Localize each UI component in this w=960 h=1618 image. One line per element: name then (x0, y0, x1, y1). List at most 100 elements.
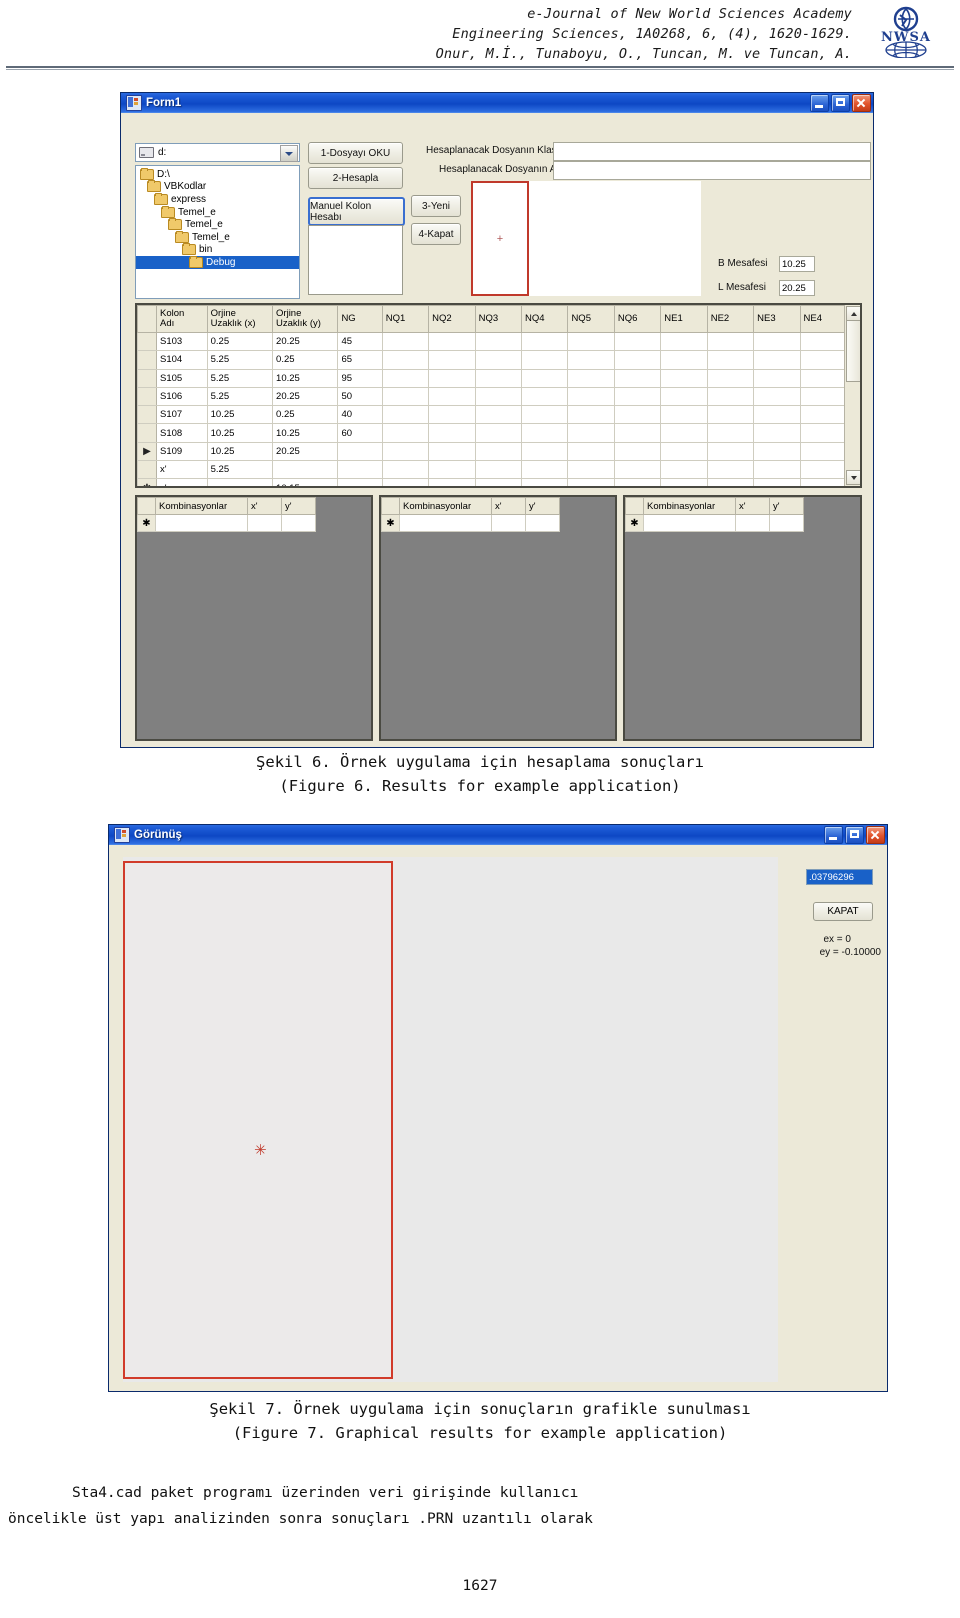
table-cell[interactable] (660, 441, 708, 462)
table-cell[interactable] (474, 350, 523, 370)
table-cell[interactable] (428, 441, 476, 462)
table-cell[interactable] (799, 423, 848, 443)
close-button[interactable] (852, 94, 871, 112)
col-header-x-prime[interactable]: x' (247, 497, 282, 515)
table-cell[interactable]: 0.25 (206, 331, 274, 352)
b-distance-value[interactable]: 10.25 (779, 256, 815, 272)
chevron-down-icon[interactable] (280, 145, 298, 162)
col-header-ne3[interactable]: NE3 (753, 305, 801, 333)
table-row[interactable]: S107 10.25 0.25 40 (137, 405, 848, 425)
cell-y-prime[interactable] (525, 514, 560, 532)
col-header-nq5[interactable]: NQ5 (567, 305, 615, 333)
table-cell[interactable] (660, 350, 708, 370)
cell-kombinasyonlar[interactable] (155, 514, 248, 532)
col-header-y-prime[interactable]: y' (525, 497, 560, 515)
col-header-orjine-x[interactable]: Orjine Uzaklık (x) (206, 305, 274, 333)
table-cell[interactable] (474, 405, 523, 425)
table-cell[interactable] (753, 331, 801, 352)
table-cell[interactable] (799, 350, 848, 370)
table-cell[interactable] (381, 460, 430, 480)
table-cell[interactable]: 40 (337, 405, 383, 425)
table-cell[interactable] (337, 478, 383, 486)
tree-item-6[interactable]: bin (136, 243, 299, 257)
table-cell[interactable] (753, 423, 801, 443)
table-cell[interactable] (706, 423, 755, 443)
folder-path-input[interactable] (553, 142, 871, 161)
row-selector[interactable] (137, 405, 157, 425)
col-header-nq4[interactable]: NQ4 (521, 305, 569, 333)
table-cell[interactable] (206, 478, 274, 486)
row-selector[interactable] (137, 386, 157, 407)
table-row[interactable]: S108 10.25 10.25 60 (137, 423, 848, 443)
tree-item-0[interactable]: D:\ (136, 167, 299, 181)
read-file-button[interactable]: 1-Dosyayı OKU (308, 142, 403, 164)
combination-new-row[interactable]: ✱ (381, 514, 560, 532)
table-cell[interactable] (567, 368, 615, 388)
table-row[interactable]: S104 5.25 0.25 65 (137, 350, 848, 370)
table-cell[interactable] (567, 460, 615, 480)
table-cell[interactable] (799, 368, 848, 388)
row-selector[interactable] (137, 460, 157, 480)
new-button[interactable]: 3-Yeni (411, 195, 461, 217)
col-header-ng[interactable]: NG (337, 305, 383, 333)
table-cell[interactable] (521, 331, 569, 352)
table-cell[interactable]: 10.25 (206, 405, 274, 425)
table-cell[interactable] (613, 423, 662, 443)
close-button[interactable] (866, 826, 885, 844)
table-cell[interactable]: 10.15 (272, 478, 339, 486)
table-cell[interactable] (521, 405, 569, 425)
table-cell[interactable]: y' (155, 478, 208, 486)
table-cell[interactable] (474, 460, 523, 480)
tree-item-5[interactable]: Temel_e (136, 230, 299, 244)
col-header-kombinasyonlar[interactable]: Kombinasyonlar (643, 497, 736, 515)
table-cell[interactable] (660, 331, 708, 352)
table-cell[interactable] (753, 386, 801, 407)
col-header-x-prime[interactable]: x' (735, 497, 770, 515)
table-cell[interactable]: 20.25 (272, 441, 339, 462)
table-cell[interactable] (567, 441, 615, 462)
table-cell[interactable] (381, 350, 430, 370)
table-cell[interactable] (521, 441, 569, 462)
row-marker[interactable]: ✱ (137, 478, 157, 486)
table-cell[interactable] (660, 368, 708, 388)
table-cell[interactable] (474, 368, 523, 388)
col-header-nq2[interactable]: NQ2 (428, 305, 476, 333)
table-cell[interactable] (381, 405, 430, 425)
table-cell[interactable]: 65 (337, 350, 383, 370)
table-cell[interactable]: 60 (337, 423, 383, 443)
cell-x-prime[interactable] (491, 514, 526, 532)
table-row[interactable]: x' 5.25 (137, 460, 848, 480)
table-cell[interactable] (753, 350, 801, 370)
table-cell[interactable] (799, 478, 848, 486)
table-cell[interactable] (613, 350, 662, 370)
table-cell[interactable]: S105 (155, 368, 208, 388)
table-cell[interactable]: S103 (155, 331, 208, 352)
table-cell[interactable]: 5.25 (206, 386, 274, 407)
drive-combobox[interactable]: d: (135, 143, 300, 162)
table-cell[interactable]: 5.25 (206, 350, 274, 370)
table-cell[interactable]: 5.25 (206, 460, 274, 480)
table-cell[interactable] (753, 441, 801, 462)
table-cell[interactable] (799, 460, 848, 480)
file-name-input[interactable] (553, 161, 871, 180)
table-cell[interactable]: 10.25 (272, 368, 339, 388)
table-cell[interactable] (567, 386, 615, 407)
table-cell[interactable]: 45 (337, 331, 383, 352)
cell-x-prime[interactable] (735, 514, 770, 532)
manual-list-pane[interactable] (308, 225, 403, 295)
table-cell[interactable]: 0.25 (272, 350, 339, 370)
table-cell[interactable] (753, 405, 801, 425)
tree-item-2[interactable]: express (136, 192, 299, 206)
table-cell[interactable] (706, 441, 755, 462)
close-app-button[interactable]: 4-Kapat (411, 223, 461, 245)
table-cell[interactable] (660, 478, 708, 486)
table-cell[interactable]: S109 (155, 441, 208, 462)
table-cell[interactable] (799, 441, 848, 462)
table-cell[interactable] (567, 478, 615, 486)
maximize-button[interactable] (845, 826, 864, 844)
table-cell[interactable]: 20.25 (272, 331, 339, 352)
table-cell[interactable] (567, 405, 615, 425)
col-header-kombinasyonlar[interactable]: Kombinasyonlar (399, 497, 492, 515)
col-header-ne2[interactable]: NE2 (706, 305, 755, 333)
cell-kombinasyonlar[interactable] (643, 514, 736, 532)
